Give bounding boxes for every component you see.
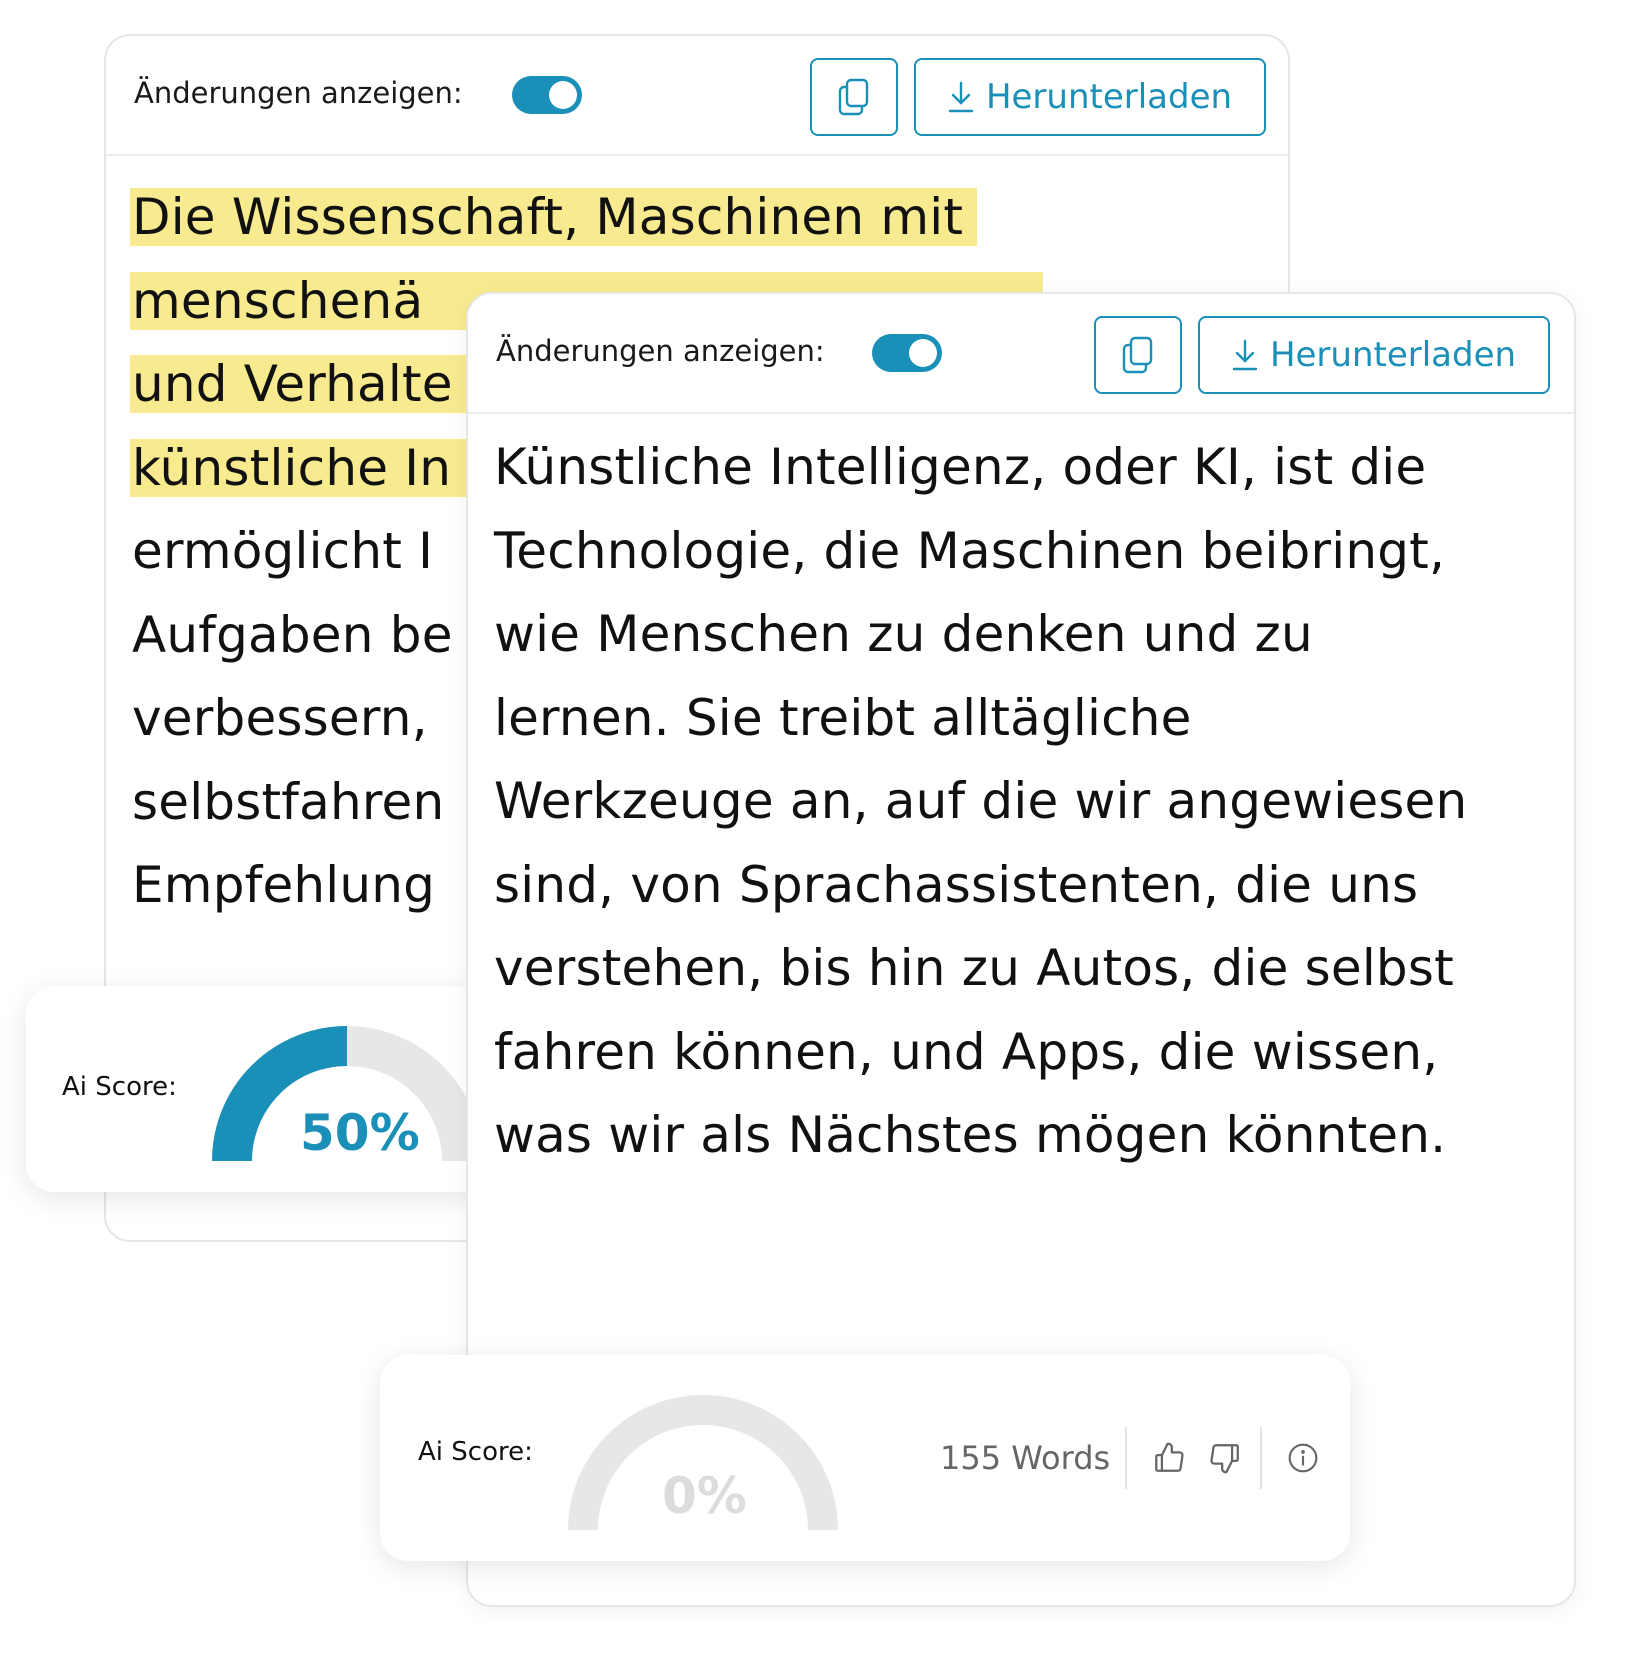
download-icon	[1232, 339, 1258, 371]
original-ai-score-card: Ai Score: 50%	[26, 986, 496, 1192]
text-line-3: wie Menschen zu denken und zu	[494, 605, 1313, 663]
toggle-knob	[549, 81, 577, 109]
divider	[1125, 1427, 1127, 1489]
thumbs-up-button[interactable]	[1144, 1433, 1194, 1483]
original-panel-toolbar: Änderungen anzeigen: Herunterladen	[106, 36, 1288, 156]
copy-button[interactable]	[1094, 316, 1182, 394]
text-line-9: was wir als Nächstes mögen könnten.	[494, 1106, 1447, 1164]
toggle-knob	[909, 339, 937, 367]
thumbs-up-icon	[1155, 1442, 1184, 1472]
rewritten-panel-toolbar: Änderungen anzeigen: Herunterladen	[468, 294, 1574, 414]
rewritten-text-body: Künstliche Intelligenz, oder KI, ist die…	[494, 426, 1467, 1178]
ai-score-label: Ai Score:	[418, 1437, 533, 1467]
copy-icon	[838, 78, 869, 116]
text-line-7: verstehen, bis hin zu Autos, die selbst	[494, 939, 1454, 997]
text-line-6: sind, von Sprachassistenten, die uns	[494, 855, 1419, 914]
divider	[1260, 1427, 1262, 1489]
word-count: 155 Words	[940, 1439, 1111, 1477]
highlighted-text: Die Wissenschaft, Maschinen mit	[130, 188, 978, 246]
download-button-label: Herunterladen	[985, 77, 1233, 117]
info-button[interactable]	[1278, 1433, 1328, 1483]
download-button[interactable]: Herunterladen	[1198, 316, 1550, 394]
text-line-2: Technologie, die Maschinen beibringt,	[494, 521, 1446, 580]
text-line-4: lernen. Sie treibt alltägliche	[494, 688, 1192, 747]
text-line-8: fahren können, und Apps, die wissen,	[494, 1022, 1439, 1081]
thumbs-down-icon	[1210, 1444, 1239, 1474]
show-changes-toggle[interactable]	[872, 334, 942, 372]
text-line-5: Werkzeuge an, auf die wir angewiesen	[494, 772, 1468, 830]
text-line-1: Die Wissenschaft, Maschinen mit	[130, 176, 1043, 260]
download-icon	[948, 81, 974, 113]
rewritten-ai-score-card: Ai Score: 0% 155 Words	[380, 1355, 1350, 1561]
show-changes-label: Änderungen anzeigen:	[134, 76, 463, 110]
copy-icon	[1122, 336, 1153, 374]
ai-score-value: 0%	[662, 1467, 747, 1525]
text-line-1: Künstliche Intelligenz, oder KI, ist die	[494, 438, 1427, 496]
ai-score-value: 50%	[300, 1104, 420, 1162]
show-changes-label: Änderungen anzeigen:	[496, 334, 825, 368]
show-changes-toggle[interactable]	[512, 76, 582, 114]
copy-button[interactable]	[810, 58, 898, 136]
ai-score-label: Ai Score:	[62, 1072, 177, 1102]
thumbs-down-button[interactable]	[1200, 1433, 1250, 1483]
info-icon	[1288, 1443, 1318, 1473]
download-button-label: Herunterladen	[1269, 335, 1517, 375]
download-button[interactable]: Herunterladen	[914, 58, 1266, 136]
